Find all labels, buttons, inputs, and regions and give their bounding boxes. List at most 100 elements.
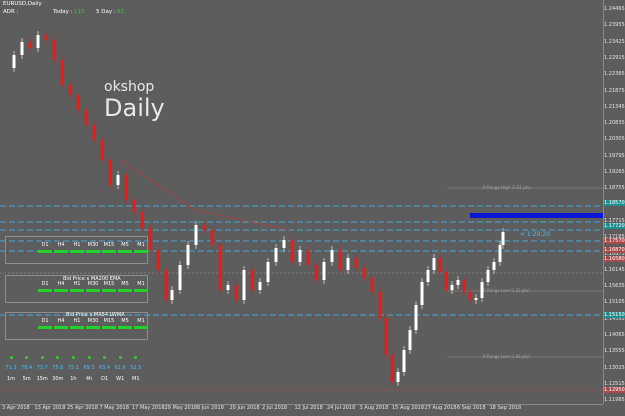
signal-bar bbox=[38, 250, 52, 253]
date-axis-label: 25 Apr 2018 bbox=[67, 405, 98, 411]
candle bbox=[492, 262, 496, 270]
candle bbox=[36, 35, 40, 48]
rsi-dot bbox=[87, 356, 91, 359]
candle bbox=[234, 285, 238, 300]
bar-timer: < 1:20:20 bbox=[520, 231, 551, 238]
candle bbox=[290, 240, 294, 262]
timeframe-label: H4 bbox=[57, 281, 65, 287]
candle bbox=[396, 372, 400, 382]
price-axis-label: 1.20305 bbox=[604, 136, 625, 143]
candle bbox=[338, 250, 342, 270]
candle bbox=[408, 330, 412, 350]
candle bbox=[378, 292, 382, 318]
timeframe-label: M5 bbox=[121, 242, 129, 248]
signal-bar bbox=[118, 289, 132, 292]
today-label: Today : bbox=[53, 9, 73, 15]
signal-bar bbox=[54, 289, 68, 292]
price-axis-label: 1.18755 bbox=[604, 185, 625, 192]
rsi-dot bbox=[71, 356, 75, 359]
timeframe-label: M30 bbox=[87, 242, 99, 248]
candle bbox=[210, 230, 214, 245]
timeframe-label: H4 bbox=[57, 242, 65, 248]
candle bbox=[354, 258, 358, 268]
candle bbox=[132, 200, 136, 212]
candle bbox=[444, 272, 448, 290]
signal-bar bbox=[86, 289, 100, 292]
date-axis-label: 3 Apr 2018 bbox=[2, 405, 30, 411]
candle bbox=[116, 175, 120, 185]
candle bbox=[194, 225, 198, 245]
adr-label: ADR : bbox=[3, 9, 19, 15]
watermark-line1: okshop bbox=[104, 79, 155, 95]
price-axis-label: 1.19795 bbox=[604, 152, 625, 159]
price-tag: 1.17570 bbox=[604, 238, 625, 244]
date-axis-label: 13 Apr 2018 bbox=[34, 405, 66, 411]
date-axis-label: 6 Sep 2018 bbox=[457, 405, 486, 411]
candle bbox=[242, 270, 246, 300]
date-axis-label: 27 Aug 2018 bbox=[424, 405, 457, 411]
candle bbox=[100, 140, 104, 160]
symbol-title: EURUSD,Daily bbox=[3, 1, 42, 7]
date-axis-label: 29 May 2018 bbox=[164, 405, 198, 411]
date-axis-label: 12 Jul 2018 bbox=[294, 405, 323, 411]
price-axis-label: 1.20835 bbox=[604, 120, 625, 127]
candle bbox=[148, 228, 152, 250]
candle bbox=[362, 268, 366, 278]
signal-bar bbox=[118, 326, 132, 329]
candle bbox=[28, 42, 32, 48]
date-axis-label: 8 Jun 2018 bbox=[197, 405, 224, 411]
timeframe-label: M15 bbox=[103, 318, 115, 324]
date-axis-label: 3 Aug 2018 bbox=[359, 405, 389, 411]
timeframe-label: H1 bbox=[73, 242, 81, 248]
candle bbox=[164, 270, 168, 300]
candle bbox=[218, 245, 222, 290]
candle bbox=[12, 55, 16, 68]
signal-bar bbox=[134, 326, 148, 329]
signal-bar bbox=[70, 326, 84, 329]
price-axis-label: 1.21875 bbox=[604, 87, 625, 94]
candle bbox=[60, 60, 64, 85]
candle bbox=[498, 245, 502, 262]
candle bbox=[370, 278, 374, 292]
trend-line bbox=[119, 159, 196, 211]
price-axis-label: 1.13025 bbox=[604, 364, 625, 371]
candle bbox=[274, 248, 278, 262]
candle bbox=[322, 262, 326, 280]
candle bbox=[20, 42, 24, 55]
candle bbox=[390, 355, 394, 382]
price-axis-label: 1.22385 bbox=[604, 71, 625, 78]
signal-bar bbox=[102, 250, 116, 253]
date-axis-label: 7 May 2018 bbox=[99, 405, 129, 411]
price-axis-label: 1.11985 bbox=[604, 397, 625, 404]
timeframe-label: M15 bbox=[103, 242, 115, 248]
price-axis-label: 1.12515 bbox=[604, 380, 625, 387]
candle bbox=[170, 290, 174, 300]
rsi-dot bbox=[118, 356, 122, 359]
price-tag: 1.12950 bbox=[604, 387, 625, 393]
candle bbox=[226, 285, 230, 290]
candle bbox=[202, 225, 206, 230]
candle bbox=[298, 250, 302, 262]
trend-line bbox=[194, 209, 291, 231]
price-axis-label: 1.22915 bbox=[604, 54, 625, 61]
candle bbox=[68, 85, 72, 95]
date-axis-label: 17 May 2018 bbox=[132, 405, 165, 411]
candle bbox=[426, 270, 430, 282]
range-low-label: R Range Low (1.33 pts) bbox=[483, 288, 530, 293]
candle bbox=[456, 280, 460, 285]
price-axis-label: 1.13555 bbox=[604, 348, 625, 355]
candle bbox=[468, 292, 472, 300]
candle bbox=[186, 245, 190, 265]
candle bbox=[52, 40, 56, 60]
candle bbox=[414, 305, 418, 330]
signal-bar bbox=[102, 289, 116, 292]
today-value: 115 bbox=[74, 9, 85, 15]
chart-window[interactable]: EURUSD,Daily ADR : Today : 115 5 Day : 8… bbox=[0, 0, 625, 415]
price-axis-label: 1.15635 bbox=[604, 283, 625, 290]
date-axis-label: 2 Jul 2018 bbox=[262, 405, 288, 411]
candle bbox=[44, 35, 48, 40]
price-plot[interactable] bbox=[0, 0, 603, 404]
candle bbox=[330, 250, 334, 262]
candle bbox=[462, 280, 466, 292]
timeframe-label: M30 bbox=[87, 318, 99, 324]
